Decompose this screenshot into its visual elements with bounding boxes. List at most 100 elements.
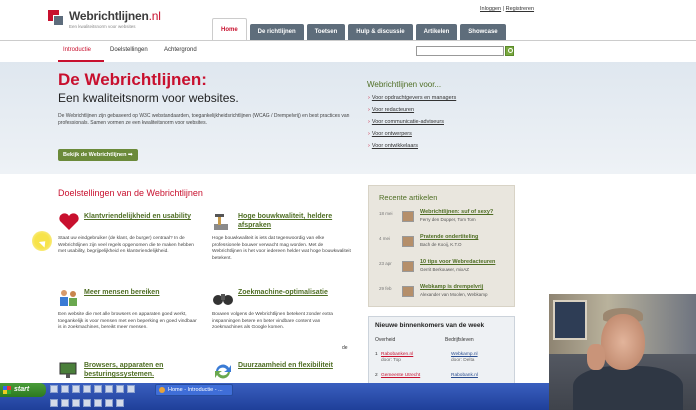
person-hand <box>587 344 605 370</box>
quicklaunch-icon[interactable] <box>50 399 58 407</box>
company-link[interactable]: Rabobank.nl <box>451 373 478 378</box>
tab-showcase[interactable]: Showcase <box>460 24 506 40</box>
article-author: Bach de Kooij, K.T.O <box>420 242 462 247</box>
quicklaunch-icon[interactable] <box>94 399 102 407</box>
feature-title[interactable]: Duurzaamheid en flexibiliteit <box>238 361 333 370</box>
start-label: start <box>14 386 30 393</box>
tab-hulp-discussie[interactable]: Hulp & discussie <box>348 24 413 40</box>
tab-artikelen[interactable]: Artikelen <box>415 24 458 40</box>
feature-title[interactable]: Zoekmachine-optimalisatie <box>238 288 328 297</box>
quick-launch-row2 <box>50 399 127 407</box>
article-date: 29 feb <box>379 286 392 291</box>
article-author: Ferry den Dopper, Tom Tom <box>420 217 476 222</box>
feature-body: Staat uw eindgebruiker (de klant, de bur… <box>58 236 194 254</box>
tab-home[interactable]: Home <box>212 18 247 40</box>
newcomers-box: Nieuwe binnenkomers van de week Overheid… <box>368 316 515 384</box>
heart-icon <box>58 212 80 232</box>
article-item[interactable]: 23 apr 10 tips voor Webredacteuren Gerri… <box>379 259 514 279</box>
article-item[interactable]: 29 feb Webkamp is drempelvrij Alexander … <box>379 284 514 304</box>
article-item[interactable]: 4 mei Pratende ondertiteling Bach de Koo… <box>379 234 514 254</box>
subnav-achtergrond[interactable]: Achtergrond <box>164 47 197 53</box>
audience-link-communicatie[interactable]: Voor communicatie-adviseurs <box>368 119 456 125</box>
quicklaunch-icon[interactable] <box>72 399 80 407</box>
article-author: Alexander van Moolen, Webkamp <box>420 292 488 297</box>
quicklaunch-icon[interactable] <box>72 385 80 393</box>
col-overheid: Overheid <box>375 337 396 343</box>
account-links: Inloggen | Registreren <box>480 6 534 12</box>
quicklaunch-icon[interactable] <box>116 385 124 393</box>
subnav-introductie[interactable]: Introductie <box>63 47 91 53</box>
hero-intro: De Webrichtlijnen zijn gebaseerd op W3C … <box>58 113 350 126</box>
col-bedrijfsleven: Bedrijfsleven <box>445 337 474 343</box>
article-thumbnail <box>402 211 414 222</box>
tab-de-richtlijnen[interactable]: De richtlijnen <box>249 24 304 40</box>
view-guidelines-button[interactable]: Bekijk de Webrichtlijnen ➡ <box>58 149 138 161</box>
audience-link-ontwerpers[interactable]: Voor ontwerpers <box>368 131 456 137</box>
feature-title[interactable]: Browsers, apparaten en besturingssysteme… <box>84 361 206 379</box>
article-date: 23 apr <box>379 261 392 266</box>
quicklaunch-icon[interactable] <box>105 399 113 407</box>
goals-section-title: Doelstellingen van de Webrichtlijnen <box>58 188 203 198</box>
taskbar-window-button[interactable]: Home - Introductie - ... <box>155 384 233 396</box>
quicklaunch-icon[interactable] <box>105 385 113 393</box>
logo-mark-icon <box>48 10 66 26</box>
article-date: 18 mei <box>379 211 393 216</box>
webcam-overlay <box>549 294 696 410</box>
view-guidelines-label: Bekijk de Webrichtlijnen <box>63 152 127 158</box>
subnav-doelstellingen[interactable]: Doelstellingen <box>110 47 148 53</box>
tools-icon <box>212 212 234 232</box>
feature-title[interactable]: Klantvriendelijkheid en usability <box>84 212 191 221</box>
search-input[interactable] <box>416 46 504 56</box>
gov-link[interactable]: Rabobanken.nl <box>381 352 413 357</box>
article-date: 4 mei <box>379 236 391 241</box>
quicklaunch-icon[interactable] <box>83 399 91 407</box>
search-button[interactable] <box>505 46 514 56</box>
start-button[interactable]: start <box>0 383 46 397</box>
person-face <box>601 314 645 370</box>
article-author: Gerrit Berkouwer, mixAZ <box>420 267 470 272</box>
quicklaunch-icon[interactable] <box>61 399 69 407</box>
register-link[interactable]: Registreren <box>506 6 534 12</box>
article-thumbnail <box>402 286 414 297</box>
article-title[interactable]: Webkamp is drempelvrij <box>420 284 483 290</box>
arrow-right-icon: ➡ <box>128 152 133 158</box>
audience-link-managers[interactable]: Voor opdrachtgevers en managers <box>368 95 456 101</box>
quicklaunch-icon[interactable] <box>127 385 135 393</box>
article-title[interactable]: Webrichtlijnen: suf of sexy? <box>420 209 493 215</box>
article-thumbnail <box>402 261 414 272</box>
quicklaunch-icon[interactable] <box>94 385 102 393</box>
newcomers-title: Nieuwe binnenkomers van de week <box>375 322 485 329</box>
article-item[interactable]: 18 mei Webrichtlijnen: suf of sexy? Ferr… <box>379 209 514 229</box>
article-title[interactable]: 10 tips voor Webredacteuren <box>420 259 495 265</box>
feature-title[interactable]: Meer mensen bereiken <box>84 288 159 297</box>
recycle-icon <box>212 361 234 381</box>
mouse-cursor-highlight <box>32 231 52 251</box>
quicklaunch-icon[interactable] <box>83 385 91 393</box>
tab-toetsen[interactable]: Toetsen <box>306 24 346 40</box>
feature-title[interactable]: Hoge bouwkwaliteit, heldere afspraken <box>238 212 360 230</box>
audience-links: Voor opdrachtgevers en managers Voor red… <box>368 95 456 155</box>
hero-title: De Webrichtlijnen: <box>58 70 207 89</box>
person-shirt <box>573 366 683 410</box>
wall-picture <box>553 300 587 340</box>
article-thumbnail <box>402 236 414 247</box>
hero-subtitle: Een kwaliteitsnorm voor websites. <box>58 91 239 105</box>
gov-link[interactable]: Gemeente Utrecht <box>381 373 420 378</box>
audience-link-redacteuren[interactable]: Voor redacteuren <box>368 107 456 113</box>
quicklaunch-icon[interactable] <box>61 385 69 393</box>
stray-text: de <box>342 345 348 351</box>
audience-link-ontwikkelaars[interactable]: Voor ontwikkelaars <box>368 143 456 149</box>
feature-body: Bouwen volgens de Webrichtlijnen beteken… <box>212 312 333 330</box>
article-title[interactable]: Pratende ondertiteling <box>420 234 478 240</box>
quick-launch <box>50 385 138 393</box>
site-header: Webrichtlijnen.nl Een kwaliteitsnorm voo… <box>0 0 696 42</box>
feature-body: Een website die met alle browsers en app… <box>58 312 197 330</box>
site-logo[interactable]: Webrichtlijnen.nl Een kwaliteitsnorm voo… <box>48 10 161 29</box>
quicklaunch-icon[interactable] <box>50 385 58 393</box>
quicklaunch-icon[interactable] <box>116 399 124 407</box>
login-link[interactable]: Inloggen <box>480 6 501 12</box>
logo-tagline: Een kwaliteitsnorm voor websites <box>69 24 136 29</box>
hero-section: De Webrichtlijnen: Een kwaliteitsnorm vo… <box>0 62 696 174</box>
feature-body: Hoge bouwkwaliteit is iets dat tegenwoor… <box>212 236 351 261</box>
company-link[interactable]: Webkamp.nl <box>451 352 478 357</box>
